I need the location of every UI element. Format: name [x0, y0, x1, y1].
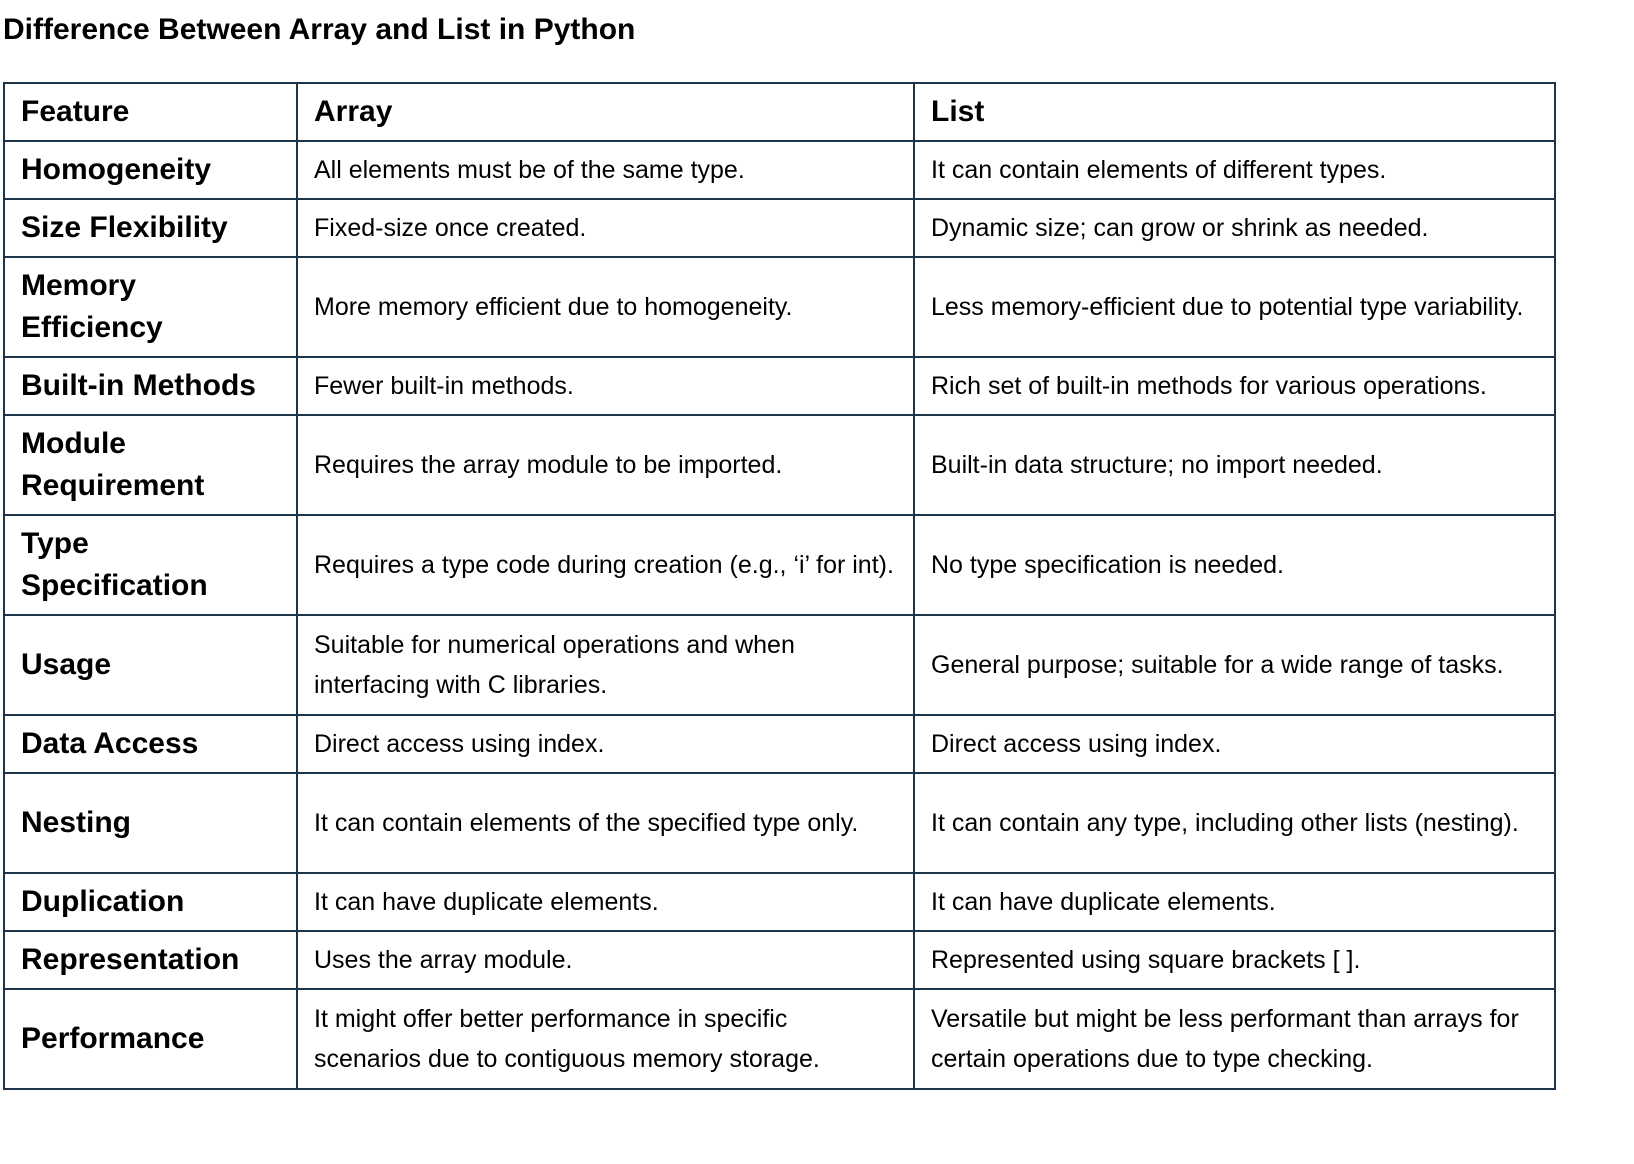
table-row: Built-in Methods Fewer built-in methods.… — [3, 356, 1556, 416]
list-cell: Direct access using index. — [913, 714, 1556, 774]
feature-cell: Size Flexibility — [3, 198, 298, 258]
table-row: Duplication It can have duplicate elemen… — [3, 872, 1556, 932]
table-row: Performance It might offer better perfor… — [3, 988, 1556, 1090]
feature-cell: Memory Efficiency — [3, 256, 298, 358]
list-cell: General purpose; suitable for a wide ran… — [913, 614, 1556, 716]
list-cell: It can have duplicate elements. — [913, 872, 1556, 932]
array-cell: Fewer built-in methods. — [296, 356, 915, 416]
array-cell: Direct access using index. — [296, 714, 915, 774]
list-cell: It can contain elements of different typ… — [913, 140, 1556, 200]
list-cell: Less memory-efficient due to potential t… — [913, 256, 1556, 358]
header-list: List — [913, 82, 1556, 142]
array-cell: It can have duplicate elements. — [296, 872, 915, 932]
feature-cell: Module Requirement — [3, 414, 298, 516]
list-cell: It can contain any type, including other… — [913, 772, 1556, 874]
feature-cell: Built-in Methods — [3, 356, 298, 416]
array-cell: Uses the array module. — [296, 930, 915, 990]
table-row: Memory Efficiency More memory efficient … — [3, 256, 1556, 358]
array-cell: It can contain elements of the specified… — [296, 772, 915, 874]
list-cell: No type specification is needed. — [913, 514, 1556, 616]
list-cell: Dynamic size; can grow or shrink as need… — [913, 198, 1556, 258]
array-cell: It might offer better performance in spe… — [296, 988, 915, 1090]
table-row: Module Requirement Requires the array mo… — [3, 414, 1556, 516]
list-cell: Rich set of built-in methods for various… — [913, 356, 1556, 416]
table-row: Type Specification Requires a type code … — [3, 514, 1556, 616]
feature-cell: Type Specification — [3, 514, 298, 616]
feature-cell: Usage — [3, 614, 298, 716]
feature-cell: Duplication — [3, 872, 298, 932]
list-cell: Represented using square brackets [ ]. — [913, 930, 1556, 990]
feature-cell: Representation — [3, 930, 298, 990]
feature-cell: Nesting — [3, 772, 298, 874]
table-row: Homogeneity All elements must be of the … — [3, 140, 1556, 200]
table-row: Representation Uses the array module. Re… — [3, 930, 1556, 990]
table-row: Nesting It can contain elements of the s… — [3, 772, 1556, 874]
feature-cell: Performance — [3, 988, 298, 1090]
header-array: Array — [296, 82, 915, 142]
table-row: Data Access Direct access using index. D… — [3, 714, 1556, 774]
table-header-row: Feature Array List — [3, 82, 1556, 142]
table-row: Usage Suitable for numerical operations … — [3, 614, 1556, 716]
page-title: Difference Between Array and List in Pyt… — [3, 13, 636, 46]
array-cell: All elements must be of the same type. — [296, 140, 915, 200]
feature-cell: Data Access — [3, 714, 298, 774]
table-row: Size Flexibility Fixed-size once created… — [3, 198, 1556, 258]
header-feature: Feature — [3, 82, 298, 142]
array-cell: More memory efficient due to homogeneity… — [296, 256, 915, 358]
feature-cell: Homogeneity — [3, 140, 298, 200]
comparison-table: Feature Array List Homogeneity All eleme… — [3, 82, 1556, 1090]
list-cell: Built-in data structure; no import neede… — [913, 414, 1556, 516]
array-cell: Suitable for numerical operations and wh… — [296, 614, 915, 716]
array-cell: Requires a type code during creation (e.… — [296, 514, 915, 616]
array-cell: Requires the array module to be imported… — [296, 414, 915, 516]
array-cell: Fixed-size once created. — [296, 198, 915, 258]
list-cell: Versatile but might be less performant t… — [913, 988, 1556, 1090]
